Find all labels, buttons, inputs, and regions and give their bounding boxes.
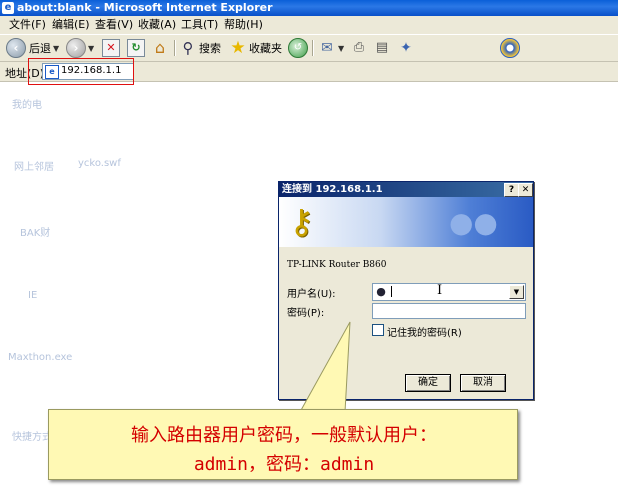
toolbar-separator	[174, 40, 176, 56]
window-titlebar: e about:blank - Microsoft Internet Explo…	[0, 0, 618, 16]
favorites-label: 收藏夹	[249, 42, 282, 55]
menu-view[interactable]: 查看(V)	[95, 18, 133, 32]
back-label: 后退	[29, 42, 51, 55]
menu-help[interactable]: 帮助(H)	[224, 18, 263, 32]
dropdown-arrow-icon: ▼	[338, 43, 345, 53]
search-icon: ⚲	[182, 39, 194, 57]
home-icon: ⌂	[154, 38, 166, 57]
edit-button[interactable]: ▤	[373, 38, 391, 58]
desktop-icon-label: IE	[28, 290, 38, 301]
mouse-ibeam-cursor: I	[437, 283, 443, 298]
back-button[interactable]: ‹ 后退 ▼	[6, 38, 59, 58]
desktop-icon-shortcut[interactable]: 快捷方式	[12, 428, 52, 443]
messenger-icon: ✦	[400, 40, 412, 56]
forward-arrow-icon: ›	[66, 38, 86, 58]
desktop-icon-label: 快捷方式	[12, 432, 52, 443]
dropdown-arrow-icon: ▼	[88, 43, 95, 53]
menu-edit[interactable]: 编辑(E)	[52, 18, 90, 32]
menu-file[interactable]: 文件(F)	[9, 18, 46, 32]
callout-line-1: 输入路由器用户密码，一般默认用户：	[131, 425, 437, 446]
chevron-down-icon[interactable]: ▼	[509, 285, 524, 299]
desktop-icon-swf[interactable]: ycko.swf	[78, 158, 121, 169]
stop-icon: ✕	[102, 39, 120, 57]
history-button[interactable]: ↺	[288, 38, 308, 58]
print-button[interactable]: ⎙	[350, 38, 368, 58]
desktop-icon-maxthon[interactable]: Maxthon.exe	[8, 352, 72, 363]
desktop-icon-label: Maxthon.exe	[8, 352, 73, 363]
history-icon: ↺	[288, 38, 308, 58]
keys-icon: ⚷	[289, 202, 314, 242]
desktop-icon-ie[interactable]: IE	[28, 290, 37, 301]
forward-button[interactable]: › ▼	[66, 38, 94, 58]
banner-decoration: ●●	[449, 206, 498, 239]
dropdown-arrow-icon: ▼	[53, 43, 60, 53]
window-title: about:blank - Microsoft Internet Explore…	[17, 1, 273, 14]
desktop-icon-my-computer[interactable]: 我的电	[12, 96, 42, 111]
username-label: 用户名(U):	[287, 289, 336, 300]
dialog-titlebar: 连接到 192.168.1.1 ? ✕	[279, 182, 533, 197]
ie-icon: e	[2, 2, 14, 14]
address-highlight-box	[28, 58, 134, 85]
search-label: 搜索	[199, 42, 221, 55]
desktop-icon-label: 我的电	[12, 100, 42, 111]
callout-line-2: admin，密码：admin	[193, 454, 375, 475]
password-label: 密码(P):	[287, 308, 325, 319]
password-input[interactable]	[372, 303, 526, 319]
back-arrow-icon: ‹	[6, 38, 26, 58]
refresh-icon: ↻	[127, 39, 145, 57]
router-realm-text: TP-LINK Router B860	[287, 260, 387, 270]
dialog-title: 连接到 192.168.1.1	[282, 184, 383, 195]
mail-icon: ✉	[321, 40, 333, 56]
stop-button[interactable]: ✕	[102, 38, 120, 58]
star-icon: ★	[230, 38, 246, 58]
desktop-icon-label: ycko.swf	[78, 158, 121, 169]
menu-tools[interactable]: 工具(T)	[181, 18, 218, 32]
text-caret	[391, 286, 392, 297]
maxthon-icon	[500, 38, 520, 58]
remember-password-checkbox[interactable]	[372, 324, 384, 336]
messenger-button[interactable]: ✦	[397, 38, 415, 58]
dialog-banner: ⚷ ●●	[279, 197, 533, 247]
refresh-button[interactable]: ↻	[127, 38, 145, 58]
username-combobox[interactable]: ● ▼	[372, 283, 526, 301]
desktop-icon-bak[interactable]: BAK财	[20, 224, 50, 239]
search-button[interactable]: ⚲ 搜索	[179, 38, 222, 58]
mail-button[interactable]: ✉ ▼	[318, 38, 344, 58]
menu-favorites[interactable]: 收藏(A)	[138, 18, 176, 32]
user-icon: ●	[376, 285, 386, 298]
favorites-button[interactable]: ★ 收藏夹	[229, 38, 282, 58]
close-button[interactable]: ✕	[518, 183, 533, 197]
home-button[interactable]: ⌂	[151, 38, 169, 58]
desktop-icon-label: 网上邻居	[14, 162, 54, 173]
cancel-button[interactable]: 取消	[460, 374, 506, 392]
print-icon: ⎙	[353, 40, 365, 55]
ok-button[interactable]: 确定	[405, 374, 451, 392]
toolbar-separator	[312, 40, 314, 56]
remember-password-label[interactable]: 记住我的密码(R)	[387, 324, 462, 339]
instruction-callout: 输入路由器用户密码，一般默认用户： admin，密码：admin	[48, 409, 518, 480]
menu-bar: 文件(F) 编辑(E) 查看(V) 收藏(A) 工具(T) 帮助(H)	[0, 16, 618, 35]
desktop-icon-label: BAK财	[20, 228, 51, 239]
help-button[interactable]: ?	[504, 183, 519, 197]
login-dialog: 连接到 192.168.1.1 ? ✕ ⚷ ●● TP-LINK Router …	[278, 181, 534, 400]
maxthon-button[interactable]	[500, 38, 520, 58]
edit-icon: ▤	[375, 40, 389, 55]
desktop-icon-network[interactable]: 网上邻居	[14, 158, 54, 173]
